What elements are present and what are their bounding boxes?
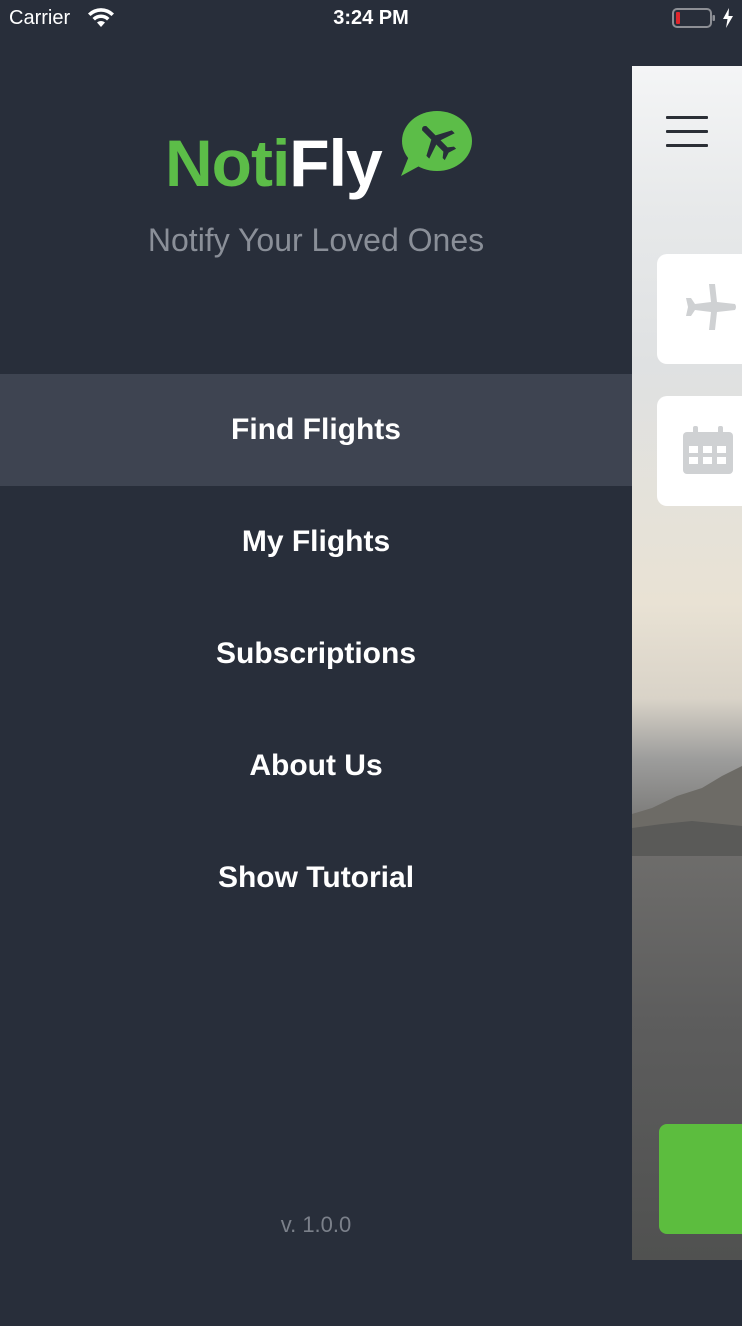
logo-text-noti: Noti: [165, 126, 290, 200]
version-label: v. 1.0.0: [280, 1212, 352, 1237]
battery-low-icon: [672, 8, 715, 28]
charging-bolt-icon: [723, 8, 733, 28]
status-bar: Carrier 3:24 PM: [0, 0, 742, 38]
hamburger-menu-icon[interactable]: [666, 116, 708, 150]
side-drawer: NotiFly Notify Your Loved Ones Find Flig…: [0, 38, 632, 1326]
menu-item-show-tutorial[interactable]: Show Tutorial: [0, 822, 632, 934]
clock: 3:24 PM: [333, 7, 409, 29]
app-logo: NotiFly: [165, 110, 475, 210]
plane-speech-bubble-icon: [401, 111, 472, 176]
background-cliff-image: [632, 766, 742, 856]
logo-text-fly: Fly: [289, 126, 382, 200]
menu-item-my-flights[interactable]: My Flights: [0, 486, 632, 598]
main-content-peek: [632, 66, 742, 1260]
airport-field-card[interactable]: [657, 254, 742, 364]
tagline: Notify Your Loved Ones: [147, 222, 485, 258]
drawer-menu: Find Flights My Flights Subscriptions Ab…: [0, 374, 632, 934]
menu-item-subscriptions[interactable]: Subscriptions: [0, 598, 632, 710]
app-screen: Carrier 3:24 PM NotiFly Notify Your Love…: [0, 0, 742, 1326]
menu-item-find-flights[interactable]: Find Flights: [0, 374, 632, 486]
calendar-icon: [683, 426, 733, 474]
airplane-icon: [686, 284, 736, 330]
logo-wordmark: NotiFly: [165, 130, 383, 196]
date-field-card[interactable]: [657, 396, 742, 506]
menu-item-about-us[interactable]: About Us: [0, 710, 632, 822]
search-button[interactable]: [659, 1124, 742, 1234]
